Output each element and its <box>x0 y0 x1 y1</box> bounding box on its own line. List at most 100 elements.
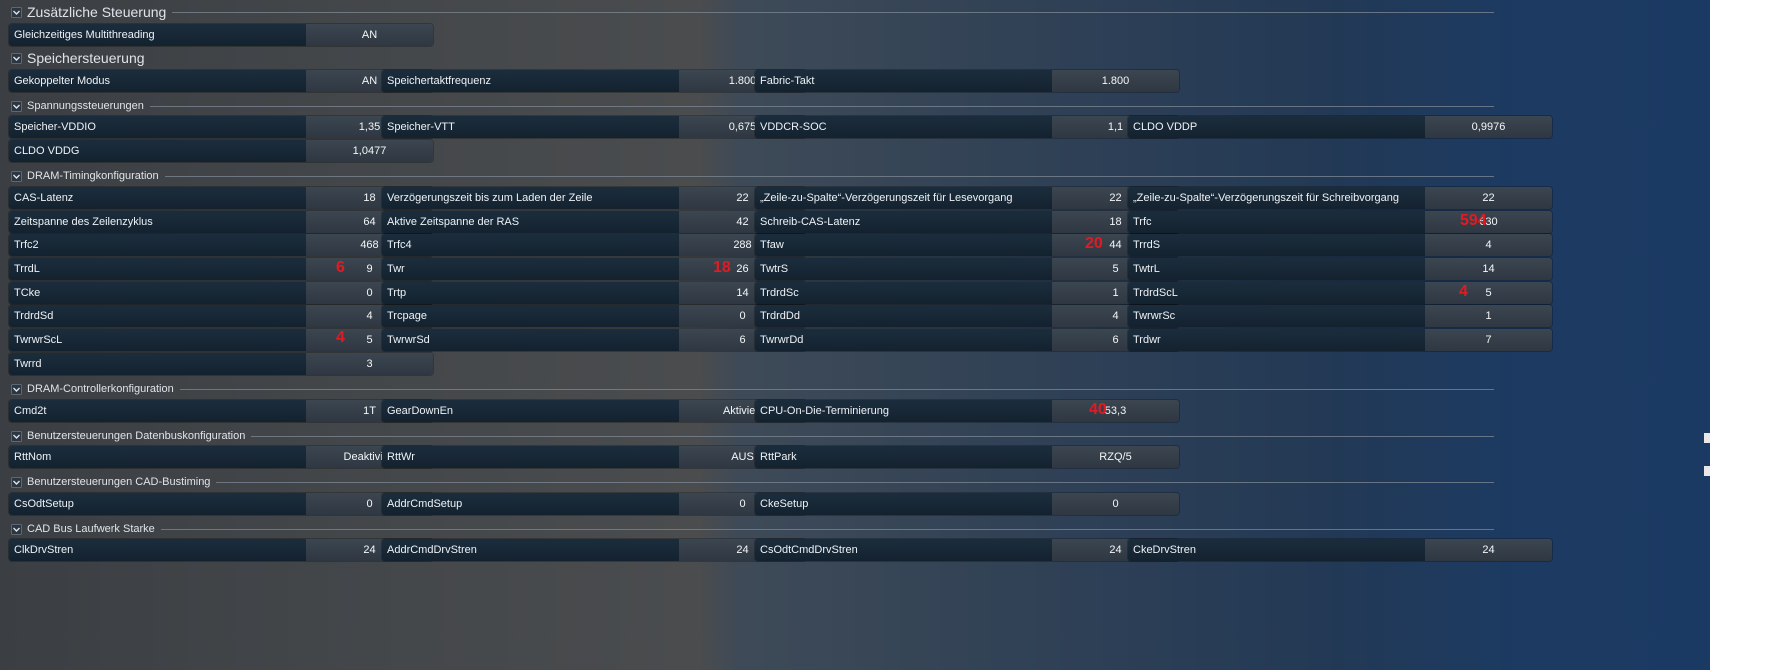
chevron-down-icon[interactable] <box>11 430 22 442</box>
setting-row-speicher-vtt[interactable]: Speicher-VTT 0,675 <box>382 116 806 138</box>
setting-value[interactable]: 22 <box>1425 187 1552 209</box>
setting-row-cldo-vddp[interactable]: CLDO VDDP 0,9976 <box>1128 116 1552 138</box>
setting-value[interactable]: 1,0477 <box>306 140 433 162</box>
setting-row-rttnom[interactable]: RttNom Deaktiviert <box>9 446 433 468</box>
setting-row-addrcmddrvstren[interactable]: AddrCmdDrvStren 24 <box>382 539 806 561</box>
section-header-cad-bustiming[interactable]: Benutzersteuerungen CAD-Bustiming <box>11 475 1494 489</box>
setting-row-gekoppelter-modus[interactable]: Gekoppelter Modus AN <box>9 70 433 92</box>
section-header-dram-timingkonfiguration[interactable]: DRAM-Timingkonfiguration <box>11 169 1494 183</box>
setting-label: CkeSetup <box>755 493 1052 515</box>
section-header-datenbuskonfiguration[interactable]: Benutzersteuerungen Datenbuskonfiguratio… <box>11 429 1494 443</box>
setting-row-cldo-vddg[interactable]: CLDO VDDG 1,0477 <box>9 140 433 162</box>
handwritten-annotation: 594 <box>1460 212 1487 229</box>
setting-row-twrwrscl[interactable]: TwrwrScL 5 <box>9 329 433 351</box>
setting-row-twrwrsc[interactable]: TwrwrSc 1 <box>1128 305 1552 327</box>
setting-row-trrds[interactable]: TrrdS 4 <box>1128 234 1552 256</box>
section-divider <box>216 481 1494 483</box>
setting-value[interactable]: 7 <box>1425 329 1552 351</box>
setting-label: Trdwr <box>1128 329 1425 351</box>
chevron-down-icon[interactable] <box>11 52 22 64</box>
setting-row-rttpark[interactable]: RttPark RZQ/5 <box>755 446 1179 468</box>
chevron-down-icon[interactable] <box>11 6 22 18</box>
chevron-down-icon[interactable] <box>11 100 22 112</box>
setting-row-trfc4[interactable]: Trfc4 288 <box>382 234 806 256</box>
setting-row-twrwrsd[interactable]: TwrwrSd 6 <box>382 329 806 351</box>
setting-row-tcke[interactable]: TCke 0 <box>9 282 433 304</box>
chevron-down-icon[interactable] <box>11 523 22 535</box>
setting-value[interactable]: 0,9976 <box>1425 116 1552 138</box>
setting-label: Twr <box>382 258 679 280</box>
setting-value[interactable]: 5 <box>1425 282 1552 304</box>
setting-value[interactable]: 1 <box>1425 305 1552 327</box>
setting-value[interactable]: 630 <box>1425 211 1552 233</box>
setting-value[interactable]: 1.800 <box>1052 70 1179 92</box>
chevron-down-icon[interactable] <box>11 170 22 182</box>
chevron-down-icon[interactable] <box>11 476 22 488</box>
setting-label: Trfc2 <box>9 234 306 256</box>
setting-row-trdrdsd[interactable]: TrdrdSd 4 <box>9 305 433 327</box>
setting-row-trrdl[interactable]: TrrdL 9 <box>9 258 433 280</box>
setting-row-zeile-zu-spalte-verzogerungszeit-fur-lesevorgang[interactable]: „Zeile-zu-Spalte“-Verzögerungszeit für L… <box>755 187 1179 209</box>
setting-value[interactable]: 4 <box>1425 234 1552 256</box>
setting-value[interactable]: 24 <box>1425 539 1552 561</box>
setting-label: AddrCmdDrvStren <box>382 539 679 561</box>
setting-row-trdrddd[interactable]: TrdrdDd 4 <box>755 305 1179 327</box>
setting-row-gleichzeitiges-multithreading[interactable]: Gleichzeitiges Multithreading AN <box>9 24 433 46</box>
setting-row-ckedrvstren[interactable]: CkeDrvStren 24 <box>1128 539 1552 561</box>
setting-row-csodtcmddrvstren[interactable]: CsOdtCmdDrvStren 24 <box>755 539 1179 561</box>
setting-value[interactable]: 3 <box>306 353 433 375</box>
setting-value[interactable]: 14 <box>1425 258 1552 280</box>
setting-row-zeitspanne-des-zeilenzyklus[interactable]: Zeitspanne des Zeilenzyklus 64 <box>9 211 433 233</box>
setting-row-addrcmdsetup[interactable]: AddrCmdSetup 0 <box>382 493 806 515</box>
setting-label: TrdrdDd <box>755 305 1052 327</box>
setting-row-trcpage[interactable]: Trcpage 0 <box>382 305 806 327</box>
setting-row-verzogerungszeit-bis-zum-laden-der-zeile[interactable]: Verzögerungszeit bis zum Laden der Zeile… <box>382 187 806 209</box>
setting-row-geardownen[interactable]: GearDownEn Aktiviert <box>382 400 806 422</box>
setting-label: TwtrL <box>1128 258 1425 280</box>
setting-row-trdrdsc[interactable]: TrdrdSc 1 <box>755 282 1179 304</box>
setting-row-trtp[interactable]: Trtp 14 <box>382 282 806 304</box>
setting-row-zeile-zu-spalte-verzogerungszeit-fur-schreibvorgang[interactable]: „Zeile-zu-Spalte“-Verzögerungszeit für S… <box>1128 187 1552 209</box>
setting-row-twtrs[interactable]: TwtrS 5 <box>755 258 1179 280</box>
setting-row-vddcr-soc[interactable]: VDDCR-SOC 1,1 <box>755 116 1179 138</box>
setting-value[interactable]: 53,3 <box>1052 400 1179 422</box>
setting-row-schreib-cas-latenz[interactable]: Schreib-CAS-Latenz 18 <box>755 211 1179 233</box>
setting-row-cpu-on-die-terminierung[interactable]: CPU-On-Die-Terminierung 53,3 <box>755 400 1179 422</box>
bios-settings-panel: Zusätzliche Steuerung Speichersteuerung … <box>0 0 1710 670</box>
setting-row-rttwr[interactable]: RttWr AUS <box>382 446 806 468</box>
chevron-down-icon[interactable] <box>11 383 22 395</box>
setting-row-trfc[interactable]: Trfc 630 <box>1128 211 1552 233</box>
setting-row-csodtsetup[interactable]: CsOdtSetup 0 <box>9 493 433 515</box>
setting-value[interactable]: 0 <box>1052 493 1179 515</box>
setting-row-trdrdscl[interactable]: TrdrdScL 5 <box>1128 282 1552 304</box>
section-header-speichersteuerung[interactable]: Speichersteuerung <box>11 50 145 66</box>
setting-row-tfaw[interactable]: Tfaw 44 <box>755 234 1179 256</box>
setting-label: Trfc <box>1128 211 1425 233</box>
section-header-spannungssteuerungen[interactable]: Spannungssteuerungen <box>11 99 1494 113</box>
setting-row-speicher-vddio[interactable]: Speicher-VDDIO 1,35 <box>9 116 433 138</box>
section-header-zusaetzliche-steuerung[interactable]: Zusätzliche Steuerung <box>11 4 1494 20</box>
setting-row-twrrd[interactable]: Twrrd 3 <box>9 353 433 375</box>
setting-value[interactable]: RZQ/5 <box>1052 446 1179 468</box>
setting-row-twrwrdd[interactable]: TwrwrDd 6 <box>755 329 1179 351</box>
section-header-cad-bus-laufwerk-starke[interactable]: CAD Bus Laufwerk Starke <box>11 522 1494 536</box>
setting-value[interactable]: AN <box>306 24 433 46</box>
section-divider <box>149 105 1494 107</box>
setting-row-twtrl[interactable]: TwtrL 14 <box>1128 258 1552 280</box>
setting-label: RttWr <box>382 446 679 468</box>
section-header-dram-controllerkonfiguration[interactable]: DRAM-Controllerkonfiguration <box>11 382 1494 396</box>
setting-row-ckesetup[interactable]: CkeSetup 0 <box>755 493 1179 515</box>
setting-row-speichertaktfrequenz[interactable]: Speichertaktfrequenz 1.800 <box>382 70 806 92</box>
setting-row-cas-latenz[interactable]: CAS-Latenz 18 <box>9 187 433 209</box>
section-divider <box>164 175 1494 177</box>
setting-row-fabric-takt[interactable]: Fabric-Takt 1.800 <box>755 70 1179 92</box>
setting-row-trdwr[interactable]: Trdwr 7 <box>1128 329 1552 351</box>
setting-row-trfc2[interactable]: Trfc2 468 <box>9 234 433 256</box>
setting-row-clkdrvstren[interactable]: ClkDrvStren 24 <box>9 539 433 561</box>
setting-label: TrrdL <box>9 258 306 280</box>
setting-row-twr[interactable]: Twr 26 <box>382 258 806 280</box>
setting-row-cmd2t[interactable]: Cmd2t 1T <box>9 400 433 422</box>
setting-label: Trcpage <box>382 305 679 327</box>
setting-row-aktive-zeitspanne-der-ras[interactable]: Aktive Zeitspanne der RAS 42 <box>382 211 806 233</box>
handwritten-annotation: 4 <box>1459 283 1468 300</box>
